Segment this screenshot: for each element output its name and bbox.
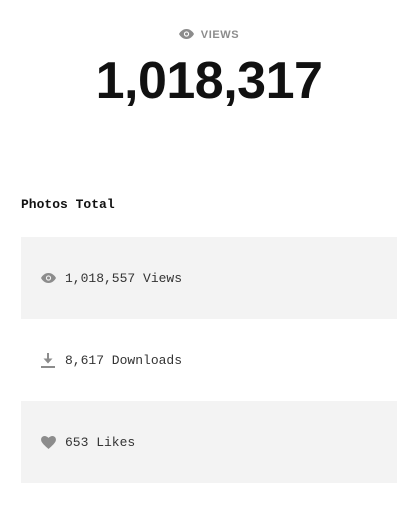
stat-row-views: 1,018,557 Views [21, 237, 397, 319]
eye-icon [178, 26, 194, 44]
photos-total-heading: Photos Total [21, 197, 115, 212]
views-stat-text: 1,018,557 Views [65, 270, 183, 286]
heart-icon [40, 434, 56, 450]
download-icon [40, 352, 56, 368]
stat-row-likes: 653 Likes [21, 401, 397, 483]
stat-row-downloads: 8,617 Downloads [21, 319, 397, 401]
views-label: VIEWS [200, 29, 240, 41]
total-views-count: 1,018,317 [95, 52, 323, 110]
eye-icon [40, 270, 56, 286]
views-header: VIEWS [0, 26, 418, 44]
downloads-stat-text: 8,617 Downloads [65, 352, 183, 368]
likes-stat-text: 653 Likes [65, 434, 136, 450]
